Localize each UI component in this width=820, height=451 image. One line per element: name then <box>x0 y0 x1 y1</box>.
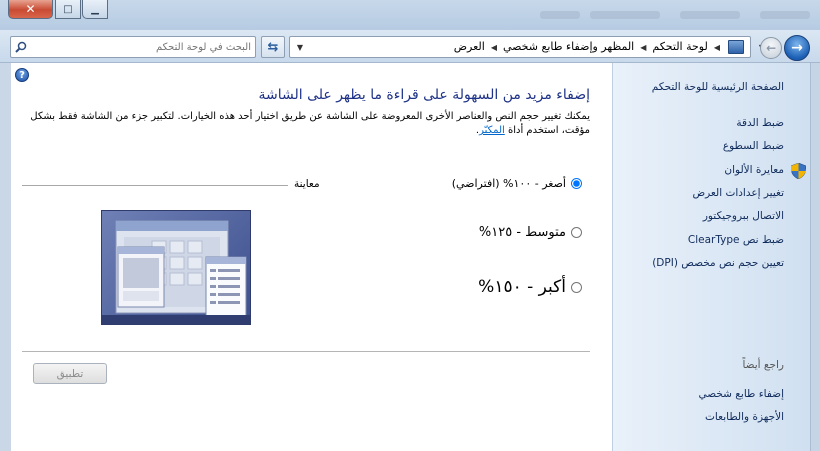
task-pane: الصفحة الرئيسية للوحة التحكم ضبط الدقة ض… <box>612 63 820 451</box>
search-box[interactable] <box>10 36 256 58</box>
divider <box>22 351 590 352</box>
pane-link-control-panel-home[interactable]: الصفحة الرئيسية للوحة التحكم <box>652 81 784 93</box>
back-arrow-icon: → <box>791 40 803 56</box>
pane-link-adjust-brightness[interactable]: ضبط السطوع <box>723 140 784 152</box>
search-input[interactable] <box>29 38 251 56</box>
minimize-icon: ▁ <box>91 3 99 15</box>
close-button[interactable]: ✕ <box>8 0 53 19</box>
option-larger[interactable]: أكبر - ١٥٠% <box>478 277 582 297</box>
refresh-button[interactable]: ⇆ <box>261 36 285 58</box>
radio-smaller[interactable] <box>571 178 582 189</box>
see-also-heading: راجع أيضاً <box>742 359 784 371</box>
option-medium-label: متوسط - ١٢٥% <box>478 225 566 240</box>
maximize-button[interactable]: □ <box>55 0 81 19</box>
breadcrumb-separator-icon[interactable]: ◀ <box>640 40 646 55</box>
preview-window-icon <box>102 220 250 324</box>
option-smaller[interactable]: أصغر - ١٠٠% (افتراضي) <box>452 177 582 190</box>
preview-label: معاينة <box>294 178 320 190</box>
title-blur <box>760 11 810 19</box>
address-bar: ⇆ ▼ ◀ لوحة التحكم ◀ المظهر وإضفاء طابع ش… <box>0 30 820 63</box>
forward-arrow-icon: → <box>765 41 777 55</box>
page-title: إضفاء مزيد من السهولة على قراءة ما يظهر … <box>258 87 591 103</box>
pane-link-change-display-settings[interactable]: تغيير إعدادات العرض <box>692 187 784 199</box>
address-dropdown-button[interactable]: ▼ <box>293 38 307 56</box>
window-edge <box>810 63 820 451</box>
control-panel-icon <box>728 40 744 54</box>
maximize-icon: □ <box>63 3 73 15</box>
radio-medium[interactable] <box>571 227 582 238</box>
pane-link-devices-and-printers[interactable]: الأجهزة والطابعات <box>705 411 784 423</box>
help-icon[interactable]: ? <box>15 68 29 82</box>
title-blur <box>540 11 580 19</box>
search-icon <box>15 41 27 53</box>
close-icon: ✕ <box>25 2 36 16</box>
address-box[interactable]: ▼ ◀ لوحة التحكم ◀ المظهر وإضفاء طابع شخص… <box>289 36 751 58</box>
back-button[interactable]: → <box>784 35 810 61</box>
pane-link-personalization[interactable]: إضفاء طابع شخصي <box>699 388 784 400</box>
apply-button[interactable]: تطبيق <box>33 363 107 384</box>
main-content: ? إضفاء مزيد من السهولة على قراءة ما يظه… <box>11 63 612 451</box>
magnifier-link[interactable]: المكبّر <box>479 125 505 136</box>
option-medium[interactable]: متوسط - ١٢٥% <box>479 225 582 240</box>
breadcrumb-separator-icon[interactable]: ◀ <box>714 40 720 55</box>
help-glyph: ? <box>19 69 25 81</box>
breadcrumb-display[interactable]: العرض <box>454 40 485 55</box>
chevron-down-icon: ▼ <box>296 42 304 52</box>
radio-larger[interactable] <box>571 281 582 293</box>
description-text: يمكنك تغيير حجم النص والعناصر الأخرى الم… <box>30 111 590 136</box>
pane-link-connect-projector[interactable]: الاتصال ببروجيكتور <box>703 210 784 222</box>
breadcrumb-control-panel[interactable]: لوحة التحكم <box>652 40 707 55</box>
minimize-button[interactable]: ▁ <box>82 0 108 19</box>
divider <box>22 185 288 186</box>
breadcrumb-appearance[interactable]: المظهر وإضفاء طابع شخصي <box>503 40 634 55</box>
refresh-icon: ⇆ <box>267 39 279 55</box>
breadcrumb: ◀ لوحة التحكم ◀ المظهر وإضفاء طابع شخصي … <box>454 40 720 55</box>
pane-link-set-custom-dpi[interactable]: تعيين حجم نص مخصص (DPI) <box>652 257 784 269</box>
forward-button[interactable]: → <box>760 37 782 59</box>
option-larger-label: أكبر - ١٥٠% <box>478 277 566 297</box>
preview-image <box>101 210 251 325</box>
pane-link-adjust-resolution[interactable]: ضبط الدقة <box>736 117 784 129</box>
breadcrumb-separator-icon[interactable]: ◀ <box>491 40 497 55</box>
pane-link-calibrate-color[interactable]: معايرة الألوان <box>724 164 784 176</box>
title-bar: ✕ □ ▁ <box>0 0 820 30</box>
pane-link-adjust-cleartype[interactable]: ضبط نص ClearType <box>688 234 784 246</box>
title-blur <box>680 11 740 19</box>
page-description: يمكنك تغيير حجم النص والعناصر الأخرى الم… <box>30 110 590 138</box>
title-blur <box>590 11 660 19</box>
option-smaller-label: أصغر - ١٠٠% (افتراضي) <box>451 177 566 190</box>
shield-icon <box>791 163 806 179</box>
